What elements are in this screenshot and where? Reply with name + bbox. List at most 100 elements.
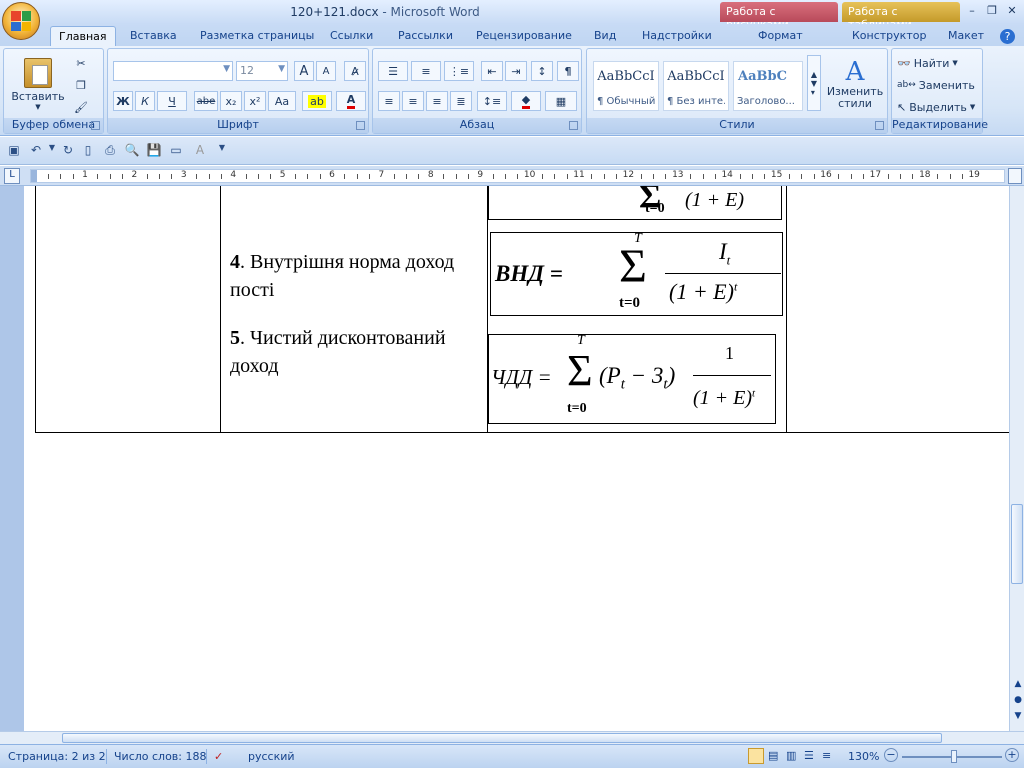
- clipboard-group: Вставить ▼ ✂ ❐ 🖌 Буфер обмена: [3, 48, 104, 134]
- horizontal-scroll-thumb[interactable]: [62, 733, 942, 743]
- zoom-in-icon[interactable]: +: [1005, 748, 1019, 762]
- dialog-launcher-icon[interactable]: [569, 121, 578, 130]
- context-tab-tables[interactable]: Работа с таблицами: [842, 2, 960, 31]
- vertical-scrollbar[interactable]: ▲ ● ▼: [1009, 186, 1024, 731]
- spellcheck-icon[interactable]: ✓: [214, 750, 223, 763]
- format-icon[interactable]: A: [192, 143, 208, 159]
- subscript-button[interactable]: x₂: [220, 91, 242, 111]
- web-layout-view-icon[interactable]: ▥: [786, 749, 796, 762]
- formula-vnd[interactable]: ВНД = T Σ t=0 It (1 + E)t: [490, 231, 783, 316]
- zoom-slider-thumb[interactable]: [951, 750, 957, 763]
- superscript-button[interactable]: x²: [244, 91, 266, 111]
- save-icon[interactable]: 💾: [146, 143, 162, 159]
- strikethrough-button[interactable]: abe: [194, 91, 218, 111]
- show-marks-button[interactable]: ¶: [557, 61, 579, 81]
- cut-icon[interactable]: ✂: [70, 53, 92, 73]
- language-indicator[interactable]: русский: [248, 750, 295, 763]
- help-icon[interactable]: ?: [998, 26, 1017, 46]
- full-screen-view-icon[interactable]: ▤: [768, 749, 778, 762]
- tab-layout[interactable]: Макет: [940, 26, 992, 46]
- tab-mailings[interactable]: Рассылки: [390, 26, 461, 46]
- context-tab-pictures[interactable]: Работа с рисунками: [720, 2, 838, 31]
- print-preview-icon[interactable]: 🔍: [124, 143, 140, 159]
- font-color-icon[interactable]: A: [336, 91, 366, 111]
- select-button[interactable]: ↖ Выделить ▼: [896, 97, 980, 117]
- tab-review[interactable]: Рецензирование: [468, 26, 580, 46]
- grow-font-button[interactable]: A: [294, 61, 314, 81]
- paste-button[interactable]: Вставить ▼: [11, 53, 65, 115]
- formula-chdd[interactable]: ЧДД = T Σ t=0 (Pt − 3t) 1 (1 + E)t: [488, 333, 776, 424]
- highlight-icon[interactable]: ab: [302, 91, 332, 111]
- change-styles-button[interactable]: A Изменить стили: [825, 53, 885, 115]
- horizontal-ruler[interactable]: 1 2 3 4 5 6 7 8 9 10 11 12 13 14 15 16 17 18 19: [30, 169, 1005, 183]
- justify-icon[interactable]: ≣: [450, 91, 472, 111]
- dialog-launcher-icon[interactable]: [875, 121, 884, 130]
- tab-selector-icon[interactable]: L: [4, 168, 20, 184]
- close-button[interactable]: ✕: [1002, 4, 1022, 20]
- align-left-icon[interactable]: ≡: [378, 91, 400, 111]
- copy-icon[interactable]: ❐: [70, 75, 92, 95]
- bullets-icon[interactable]: ☰: [378, 61, 408, 81]
- sort-icon[interactable]: ↕: [531, 61, 553, 81]
- align-right-icon[interactable]: ≡: [426, 91, 448, 111]
- undo-icon[interactable]: ↶: [28, 143, 44, 159]
- clear-format-icon[interactable]: A̷: [344, 61, 366, 81]
- window-icon[interactable]: ▣: [6, 143, 22, 159]
- style-no-spacing[interactable]: AaBbCcI¶ Без инте...: [663, 61, 729, 111]
- shading-icon[interactable]: ◆: [511, 91, 541, 111]
- align-center-icon[interactable]: ≡: [402, 91, 424, 111]
- style-heading[interactable]: AaBbC Заголово...: [733, 61, 803, 111]
- restore-button[interactable]: ❐: [982, 4, 1002, 20]
- word-count[interactable]: Число слов: 188: [114, 750, 207, 763]
- zoom-out-icon[interactable]: −: [884, 748, 898, 762]
- zoom-level[interactable]: 130%: [848, 750, 879, 763]
- horizontal-scrollbar[interactable]: [0, 731, 1024, 744]
- document-page[interactable]: 4. Внутрішня норма доход пості 5. Чистий…: [24, 186, 1009, 731]
- print-icon[interactable]: ⎙: [102, 143, 118, 159]
- tab-insert[interactable]: Вставка: [122, 26, 185, 46]
- tab-home[interactable]: Главная: [50, 26, 116, 46]
- tab-design[interactable]: Конструктор: [844, 26, 934, 46]
- ruler-tick: [356, 174, 358, 179]
- tab-references[interactable]: Ссылки: [322, 26, 381, 46]
- increase-indent-icon[interactable]: ⇥: [505, 61, 527, 81]
- outline-view-icon[interactable]: ☰: [804, 749, 814, 762]
- multilevel-list-icon[interactable]: ⋮≡: [444, 61, 474, 81]
- line-spacing-icon[interactable]: ↕≡: [477, 91, 507, 111]
- italic-button[interactable]: К: [135, 91, 155, 111]
- styles-scroll[interactable]: ▲ ▼ ▾: [807, 55, 821, 111]
- dialog-launcher-icon[interactable]: [356, 121, 365, 130]
- new-doc-icon[interactable]: ▯: [80, 143, 96, 159]
- shrink-font-button[interactable]: A: [316, 61, 336, 81]
- font-size-combo[interactable]: 12 ▼: [236, 61, 288, 81]
- underline-button[interactable]: Ч: [157, 91, 187, 111]
- chevron-down-icon[interactable]: ▼: [44, 143, 60, 159]
- print-layout-view-icon[interactable]: [748, 748, 764, 764]
- bold-button[interactable]: Ж: [113, 91, 133, 111]
- tab-page-layout[interactable]: Разметка страницы: [192, 26, 322, 46]
- browse-buttons[interactable]: ▲ ● ▼: [1013, 676, 1023, 724]
- customize-qat-icon[interactable]: ▼: [214, 143, 230, 159]
- view-ruler-icon[interactable]: [1008, 168, 1022, 184]
- formula-partial[interactable]: Σ t=0 (1 + E): [488, 186, 782, 220]
- numbering-icon[interactable]: ≡: [411, 61, 441, 81]
- tab-addins[interactable]: Надстройки: [634, 26, 720, 46]
- vertical-scroll-thumb[interactable]: [1011, 504, 1023, 584]
- draft-view-icon[interactable]: ≡: [822, 749, 831, 762]
- office-button[interactable]: [2, 2, 40, 40]
- format-painter-icon[interactable]: 🖌: [70, 97, 92, 117]
- borders-icon[interactable]: ▦: [545, 91, 577, 111]
- find-button[interactable]: 👓 Найти ▼: [896, 53, 980, 73]
- redo-icon[interactable]: ↻: [60, 143, 76, 159]
- font-name-combo[interactable]: ▼: [113, 61, 233, 81]
- tab-format[interactable]: Формат: [750, 26, 811, 46]
- decrease-indent-icon[interactable]: ⇤: [481, 61, 503, 81]
- open-icon[interactable]: ▭: [168, 143, 184, 159]
- style-normal[interactable]: AaBbCcI ¶ Обычный: [593, 61, 659, 111]
- minimize-button[interactable]: –: [962, 4, 982, 20]
- page-indicator[interactable]: Страница: 2 из 2: [8, 750, 106, 763]
- dialog-launcher-icon[interactable]: [91, 121, 100, 130]
- replace-button[interactable]: ab↔ Заменить: [896, 75, 980, 95]
- tab-view[interactable]: Вид: [586, 26, 624, 46]
- change-case-button[interactable]: Aa: [268, 91, 296, 111]
